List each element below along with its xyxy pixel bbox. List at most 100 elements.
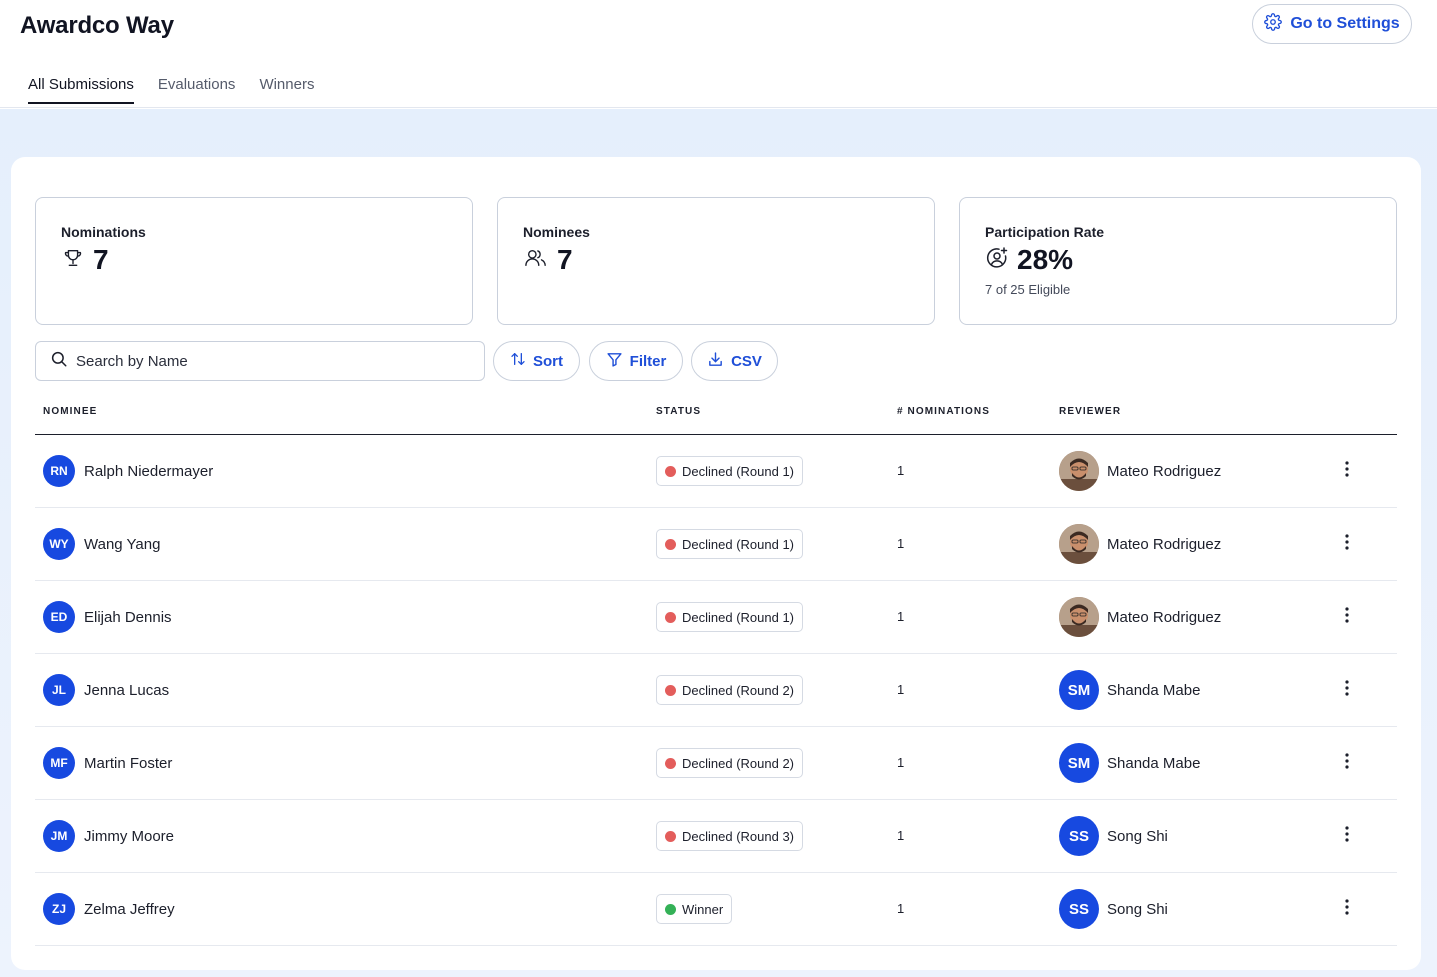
status-badge: Declined (Round 1) [656,456,804,486]
status-label: Declined (Round 1) [682,609,795,625]
nominee-cell: WY Wang Yang [43,528,160,560]
column-header-status: STATUS [656,406,702,417]
status-label: Declined (Round 3) [682,828,795,844]
more-vertical-icon [1345,606,1349,628]
status-dot [665,903,676,915]
nominee-cell: JL Jenna Lucas [43,674,169,706]
nominations-count: 1 [897,682,905,697]
table-row[interactable]: RN Ralph Niedermayer Declined (Round 1) … [35,435,1397,508]
more-vertical-icon [1345,825,1349,847]
download-icon [707,351,724,372]
participation-stat-value: 28% [1017,244,1074,275]
reviewer-avatar: SM [1059,670,1099,710]
reviewer-name: Shanda Mabe [1107,754,1201,772]
reviewer-name: Mateo Rodriguez [1107,608,1222,626]
nominations-count: 1 [897,755,905,770]
more-vertical-icon [1345,460,1349,482]
table-row[interactable]: ED Elijah Dennis Declined (Round 1) 1 Ma… [35,581,1397,654]
sort-icon [510,351,526,371]
user-plus-icon [985,246,1009,275]
row-more-button[interactable] [1335,678,1359,702]
reviewer-photo-avatar [1059,451,1099,491]
column-header-nominations: # NOMINATIONS [897,406,991,417]
csv-label: CSV [731,352,762,370]
status-dot [665,830,676,842]
nominees-stat-value: 7 [557,244,573,275]
nominee-name[interactable]: Elijah Dennis [84,609,172,626]
status-dot [665,757,676,769]
nominee-name[interactable]: Jimmy Moore [84,828,174,845]
gear-icon [1264,12,1283,36]
row-more-button[interactable] [1335,532,1359,556]
nominee-name[interactable]: Wang Yang [84,536,160,553]
search-input[interactable]: Search by Name [35,341,485,381]
row-more-button[interactable] [1335,605,1359,629]
nominations-count: 1 [897,828,905,843]
column-header-reviewer: REVIEWER [1059,406,1122,417]
table-row[interactable]: MF Martin Foster Declined (Round 2) 1 SM… [35,727,1397,800]
nominations-count: 1 [897,901,905,916]
nominee-cell: ZJ Zelma Jeffrey [43,893,175,925]
tab-all-submissions[interactable]: All Submissions [28,76,134,104]
status-badge: Declined (Round 2) [656,748,804,778]
go-to-settings-button[interactable]: Go to Settings [1252,4,1412,44]
nominee-name[interactable]: Ralph Niedermayer [84,463,213,480]
nominee-cell: JM Jimmy Moore [43,820,174,852]
status-label: Declined (Round 1) [682,536,795,552]
table-row[interactable]: JL Jenna Lucas Declined (Round 2) 1 SM S… [35,654,1397,727]
row-more-button[interactable] [1335,897,1359,921]
page-title: Awardco Way [20,12,174,39]
table-row[interactable]: WY Wang Yang Declined (Round 1) 1 Mateo … [35,508,1397,581]
nominees-stat-label: Nominees [523,224,590,240]
reviewer-cell: Mateo Rodriguez [1059,524,1221,564]
nominee-cell: ED Elijah Dennis [43,601,172,633]
filter-label: Filter [629,352,667,370]
status-label: Winner [682,901,724,917]
users-icon [523,247,549,274]
table-header: NOMINEE STATUS # NOMINATIONS REVIEWER [35,401,1397,435]
tab-evaluations[interactable]: Evaluations [158,76,236,104]
tab-winners[interactable]: Winners [259,76,314,104]
row-more-button[interactable] [1335,751,1359,775]
table-row[interactable]: JM Jimmy Moore Declined (Round 3) 1 SS S… [35,800,1397,873]
nominee-avatar: ED [43,601,75,633]
more-vertical-icon [1345,533,1349,555]
nominee-name[interactable]: Jenna Lucas [84,682,169,699]
reviewer-name: Song Shi [1107,827,1168,845]
more-vertical-icon [1345,752,1349,774]
row-more-button[interactable] [1335,459,1359,483]
status-badge: Declined (Round 1) [656,529,804,559]
reviewer-cell: SM Shanda Mabe [1059,670,1200,710]
more-vertical-icon [1345,679,1349,701]
reviewer-cell: SS Song Shi [1059,816,1168,856]
reviewer-avatar: SS [1059,889,1099,929]
status-badge: Winner [656,894,733,924]
nominations-stat-value: 7 [93,244,109,275]
search-placeholder: Search by Name [76,352,188,370]
sort-button[interactable]: Sort [493,341,580,381]
nominations-count: 1 [897,463,905,478]
nominations-stat-card: Nominations 7 [35,197,473,325]
nominee-avatar: MF [43,747,75,779]
nominee-name[interactable]: Martin Foster [84,755,172,772]
row-more-button[interactable] [1335,824,1359,848]
status-badge: Declined (Round 3) [656,821,804,851]
table-row[interactable]: ZJ Zelma Jeffrey Winner 1 SS Song Shi [35,873,1397,946]
nominee-cell: MF Martin Foster [43,747,172,779]
status-dot [665,611,676,623]
more-vertical-icon [1345,898,1349,920]
participation-stat-card: Participation Rate 28% 7 of 25 Eligible [959,197,1397,325]
status-dot [665,465,676,477]
reviewer-photo-avatar [1059,524,1099,564]
go-to-settings-label: Go to Settings [1290,15,1400,32]
reviewer-cell: Mateo Rodriguez [1059,597,1221,637]
reviewer-photo-avatar [1059,597,1099,637]
csv-download-button[interactable]: CSV [691,341,778,381]
submissions-card: Nominations 7 Nominees 7 Participation R… [11,157,1421,970]
filter-button[interactable]: Filter [589,341,683,381]
nominee-name[interactable]: Zelma Jeffrey [84,901,175,918]
sort-label: Sort [533,352,563,370]
status-badge: Declined (Round 1) [656,602,804,632]
reviewer-cell: Mateo Rodriguez [1059,451,1221,491]
status-dot [665,538,676,550]
